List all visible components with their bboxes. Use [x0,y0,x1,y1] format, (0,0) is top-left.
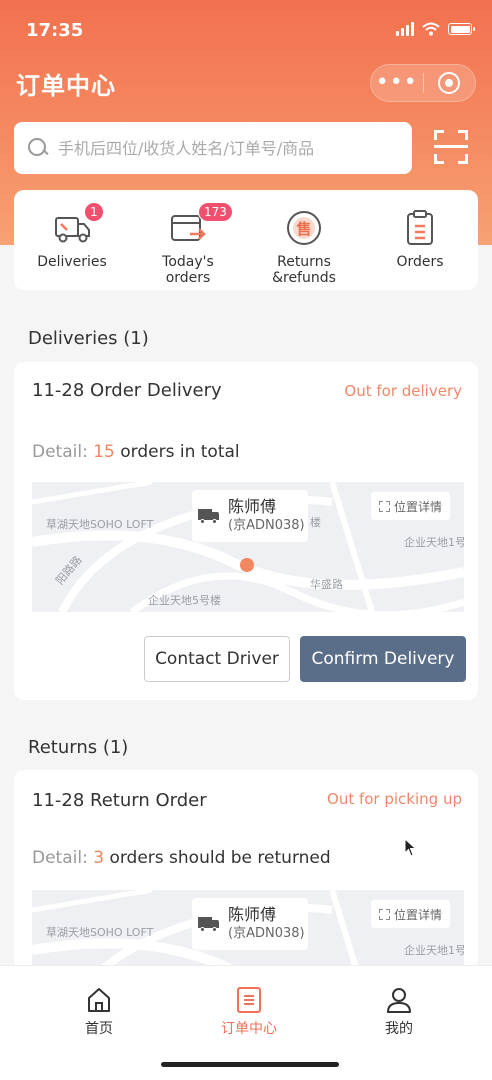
return-card[interactable]: 11-28 Return Order Out for picking up De… [14,770,478,970]
confirm-delivery-button[interactable]: Confirm Delivery [300,636,466,682]
location-detail-label: 位置详情 [393,907,442,922]
delivery-card-title: 11-28 Order Delivery [32,380,222,401]
signal-icon [396,22,414,36]
order-count: 15 [93,442,115,462]
status-icons [396,22,475,36]
map-label: 草湖天地SOHO LOFT [46,518,154,531]
mouse-cursor-icon [404,838,417,857]
status-bar: 17:35 [0,0,492,60]
location-detail-button[interactable]: 位置详情 [370,492,450,520]
map-label: 华盛路 [310,578,343,591]
refund-icon-char: 售 [296,220,312,238]
returns-section-title: Returns (1) [28,737,129,758]
truck-icon [198,509,220,524]
map-label: 草湖天地SOHO LOFT [46,926,154,939]
tab-label: 首页 [85,1021,113,1037]
detail-label: Detail: [32,848,88,868]
quick-action-label: Returns &refunds [272,254,336,286]
detail-label: Detail: [32,442,88,462]
delivery-card[interactable]: 11-28 Order Delivery Out for delivery De… [14,362,478,700]
map-label: 楼 [310,516,321,529]
scan-icon[interactable] [434,130,468,164]
search-box[interactable] [14,122,412,174]
expand-icon [378,500,390,512]
map-label: 企业天地5号楼 [148,594,221,607]
status-time: 17:35 [26,20,84,41]
return-map[interactable]: 草湖天地SOHO LOFT 企业天地1号 陈师傅 (京ADN038) 位置详情 [32,890,464,970]
quick-action-deliveries[interactable]: 1 Deliveries [14,190,130,290]
tab-order-center[interactable]: 订单中心 [204,986,294,1038]
map-label: 企业天地1号 [404,536,464,549]
detail-text: orders in total [120,442,240,462]
driver-plate: (京ADN038) [228,518,305,533]
order-list-icon [237,987,261,1013]
quick-action-returns[interactable]: 售 Returns &refunds [246,190,362,290]
clipboard-icon [407,210,433,245]
driver-info: 陈师傅 (京ADN038) [192,490,308,542]
tab-label: 我的 [385,1021,413,1037]
order-count: 3 [93,848,105,868]
driver-name: 陈师傅 [228,497,277,516]
tab-home[interactable]: 首页 [54,986,144,1038]
target-icon [438,72,461,94]
location-detail-button[interactable]: 位置详情 [370,900,450,928]
deliveries-section-title: Deliveries (1) [28,328,149,349]
quick-action-label: Orders [396,254,444,270]
battery-icon [448,23,475,35]
search-icon [28,138,48,158]
quick-action-orders[interactable]: Orders [362,190,478,290]
home-icon [88,988,110,1012]
page-title: 订单中心 [16,72,116,100]
todays-orders-badge: 173 [198,202,233,222]
driver-plate: (京ADN038) [228,926,305,941]
return-card-title: 11-28 Return Order [32,790,207,811]
driver-location-pin [240,558,254,572]
location-detail-label: 位置详情 [393,499,442,514]
quick-action-label: Today's orders [162,254,214,286]
refund-icon: 售 [284,208,324,248]
driver-info: 陈师傅 (京ADN038) [192,898,308,950]
delivery-map[interactable]: 草湖天地SOHO LOFT 企业天地1号 华盛路 企业天地5号楼 阳路路 楼 陈… [32,482,464,612]
home-indicator [161,1062,339,1067]
map-label: 企业天地1号 [404,944,464,957]
profile-icon [387,988,411,1013]
quick-action-todays-orders[interactable]: 173 Today's orders [130,190,246,290]
more-button[interactable]: ••• [371,64,423,102]
quick-actions-card: 1 Deliveries 173 Today's orders 售 Return… [14,190,478,290]
delivery-detail: Detail: 15 orders in total [32,442,240,462]
contact-driver-button[interactable]: Contact Driver [144,636,290,682]
deliveries-badge: 1 [84,202,104,222]
return-detail: Detail: 3 orders should be returned [32,848,331,868]
tab-label: 订单中心 [221,1021,277,1037]
quick-action-label: Deliveries [37,254,107,270]
driver-name: 陈师傅 [228,905,277,924]
wifi-icon [422,22,440,36]
close-button[interactable] [424,64,476,102]
delivery-status: Out for delivery [344,382,462,400]
return-status: Out for picking up [327,790,462,808]
truck-icon [198,917,220,932]
expand-icon [378,908,390,920]
search-input[interactable] [58,138,398,158]
tab-profile[interactable]: 我的 [354,986,444,1038]
detail-text: orders should be returned [109,848,331,868]
mini-program-capsule: ••• [370,64,476,102]
